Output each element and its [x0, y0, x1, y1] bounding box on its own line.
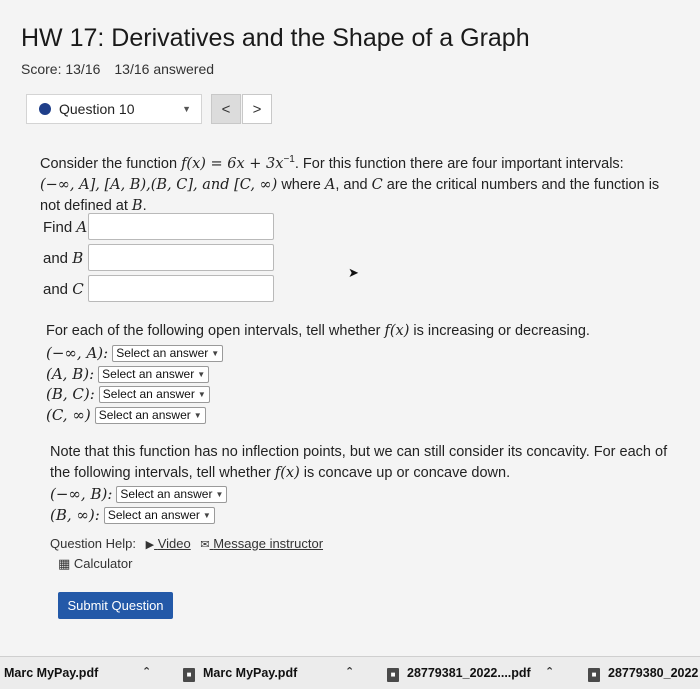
find-word: Find — [43, 219, 73, 236]
answer-b-input[interactable] — [88, 244, 274, 271]
concavity-row: (B, ∞): Select an answer ▼ — [50, 506, 215, 524]
interval-label: (−∞, B): — [50, 485, 113, 503]
prompt-text-2: is concave up or concave down. — [299, 465, 511, 481]
next-question-button[interactable]: > — [242, 94, 272, 124]
find-c-label: and C — [43, 280, 84, 298]
concavity-select-2[interactable]: Select an answer ▼ — [103, 506, 215, 524]
submit-question-button[interactable]: Submit Question — [58, 592, 173, 619]
interval-label: (A, B): — [46, 365, 95, 383]
video-icon: ▶ — [145, 539, 155, 551]
chevron-down-icon: ▼ — [202, 510, 211, 520]
download-name: Marc MyPay.pdf — [203, 666, 298, 680]
select-value: Select an answer — [102, 387, 195, 401]
intro-text: Consider the function — [40, 155, 182, 172]
problem-statement: Consider the function f(x) = 6x + 3x−1. … — [40, 149, 680, 217]
pdf-icon: ■ — [183, 668, 195, 682]
increasing-row: (−∞, A): Select an answer ▼ — [46, 344, 224, 362]
fx-expression: f(x) — [274, 465, 300, 481]
chevron-down-icon: ▼ — [193, 410, 202, 420]
increasing-row: (C, ∞) Select an answer ▼ — [46, 406, 206, 424]
download-name: 28779381_2022....pdf — [407, 666, 531, 680]
question-help: Question Help: ▶ Video ✉ Message instruc… — [50, 536, 323, 551]
intro-text-4: , and — [335, 176, 372, 193]
find-b-label: and B — [43, 249, 83, 267]
page-title: HW 17: Derivatives and the Shape of a Gr… — [21, 24, 530, 52]
prompt-text-2: is increasing or decreasing. — [409, 323, 590, 339]
download-item[interactable]: ■ 28779381_2022....pdf ⌃ — [387, 666, 554, 682]
and-word: and — [43, 250, 69, 267]
chevron-up-icon[interactable]: ⌃ — [142, 665, 151, 678]
var-c: C — [72, 280, 84, 298]
intro-period: . — [142, 197, 147, 214]
concavity-select-1[interactable]: Select an answer ▼ — [116, 485, 228, 503]
prompt-text: For each of the following open intervals… — [46, 323, 385, 339]
var-b: B — [72, 249, 84, 267]
previous-question-button[interactable]: < — [211, 94, 241, 124]
interval-label: (B, C): — [46, 385, 95, 403]
download-item[interactable]: Marc MyPay.pdf ⌃ — [4, 666, 151, 680]
concavity-row: (−∞, B): Select an answer ▼ — [50, 485, 228, 503]
increasing-select-3[interactable]: Select an answer ▼ — [98, 385, 210, 403]
var-a: A — [76, 218, 88, 236]
chevron-down-icon: ▼ — [215, 489, 224, 499]
interval-label: (C, ∞) — [46, 406, 91, 424]
score-text: Score: 13/16 — [21, 61, 101, 77]
increasing-prompt: For each of the following open intervals… — [46, 321, 666, 342]
message-label: Message instructor — [213, 536, 324, 551]
answer-c-input[interactable] — [88, 275, 274, 302]
calculator-label: Calculator — [73, 556, 133, 571]
select-value: Select an answer — [116, 346, 209, 360]
interval-label: (−∞, A): — [46, 344, 109, 362]
select-value: Select an answer — [98, 408, 191, 422]
calculator-button[interactable]: ▦ Calculator — [58, 556, 132, 572]
download-item[interactable]: ■ 28779380_2022 — [588, 666, 698, 682]
download-name: 28779380_2022 — [608, 666, 699, 680]
answer-a-input[interactable] — [88, 213, 274, 240]
chevron-up-icon[interactable]: ⌃ — [345, 665, 354, 678]
pdf-icon: ■ — [387, 668, 399, 682]
video-label: Video — [157, 536, 191, 551]
select-value: Select an answer — [107, 508, 200, 522]
question-select[interactable]: Question 10 ▼ — [26, 94, 202, 124]
score-line: Score: 13/16 13/16 answered — [21, 61, 214, 77]
question-select-label: Question 10 — [59, 101, 135, 117]
chevron-down-icon: ▼ — [197, 389, 206, 399]
var-b: B — [131, 197, 143, 214]
calculator-icon: ▦ — [58, 556, 71, 571]
chevron-up-icon[interactable]: ⌃ — [545, 665, 554, 678]
chevron-down-icon: ▼ — [197, 369, 206, 379]
increasing-select-2[interactable]: Select an answer ▼ — [98, 365, 210, 383]
caret-down-icon: ▼ — [182, 104, 191, 114]
help-label: Question Help: — [50, 536, 136, 551]
function-expression: f(x) = 6x + 3x — [181, 155, 284, 172]
var-c: C — [371, 176, 383, 193]
chevron-down-icon: ▼ — [211, 348, 220, 358]
fx-expression: f(x) — [384, 323, 410, 339]
increasing-row: (B, C): Select an answer ▼ — [46, 385, 210, 403]
increasing-select-4[interactable]: Select an answer ▼ — [94, 406, 206, 424]
download-name: Marc MyPay.pdf — [4, 666, 99, 680]
download-item[interactable]: ■ Marc MyPay.pdf ⌃ — [183, 666, 354, 682]
mouse-cursor-icon: ➤ — [348, 265, 359, 280]
answered-text: 13/16 answered — [114, 61, 215, 77]
increasing-row: (A, B): Select an answer ▼ — [46, 365, 210, 383]
and-word: and — [43, 281, 69, 298]
envelope-icon: ✉ — [200, 539, 210, 551]
select-value: Select an answer — [102, 367, 195, 381]
var-a: A — [324, 176, 336, 193]
message-instructor-link[interactable]: ✉ Message instructor — [200, 536, 323, 551]
video-link[interactable]: ▶ Video — [146, 536, 191, 551]
download-bar: Marc MyPay.pdf ⌃ ■ Marc MyPay.pdf ⌃ ■ 2877… — [0, 656, 700, 689]
concavity-prompt: Note that this function has no inflectio… — [50, 442, 670, 484]
interval-label: (B, ∞): — [50, 506, 100, 524]
increasing-select-1[interactable]: Select an answer ▼ — [112, 344, 224, 362]
pdf-icon: ■ — [588, 668, 600, 682]
intervals-expression: (−∞, A], [A, B),(B, C], and [C, ∞) — [40, 176, 278, 193]
filled-circle-icon — [39, 103, 51, 115]
select-value: Select an answer — [120, 487, 213, 501]
function-exponent: −1 — [283, 154, 295, 165]
find-a-label: Find A — [43, 218, 87, 236]
intro-text-3: where — [277, 176, 325, 193]
intro-text-2: . For this function there are four impor… — [294, 155, 624, 172]
